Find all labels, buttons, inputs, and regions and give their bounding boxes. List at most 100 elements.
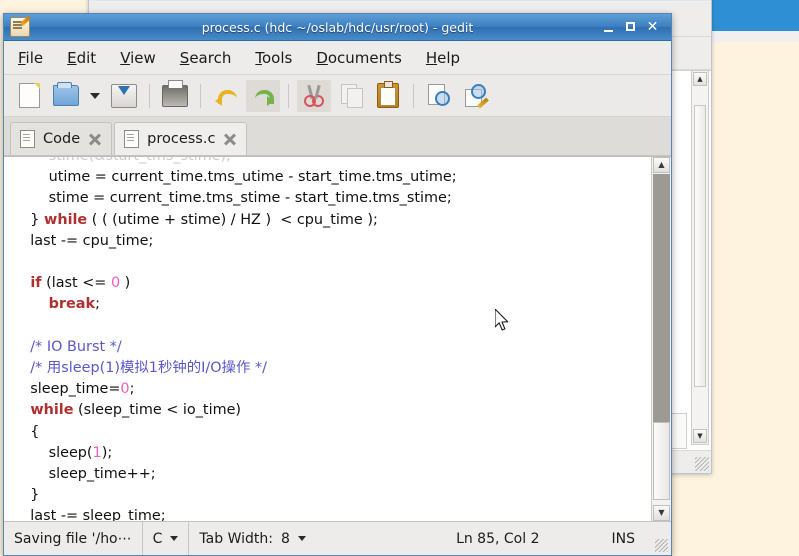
replace-button[interactable] — [459, 80, 493, 112]
code-line: stime = current_time.tms_stime - start_t… — [12, 188, 651, 209]
code-line: sleep_time=0; — [12, 379, 651, 400]
new-document-icon — [19, 83, 40, 108]
close-tab-icon[interactable] — [223, 132, 237, 146]
code-line: /* 用sleep(1)模拟1秒钟的I/O操作 */ — [12, 358, 651, 379]
menu-help[interactable]: Help — [426, 49, 460, 67]
code-line: stime(&start_tms_stime); — [12, 156, 651, 167]
code-line: last -= sleep_time; — [12, 506, 651, 521]
language-selector[interactable]: C — [143, 522, 189, 555]
tab-process-c[interactable]: process.c — [114, 122, 247, 155]
tab-code[interactable]: Code — [10, 122, 112, 155]
menu-file[interactable]: File — [18, 49, 43, 67]
search-icon — [428, 84, 450, 107]
magnifier-lens — [471, 84, 486, 99]
new-document-button[interactable] — [12, 80, 46, 112]
print-button[interactable] — [158, 80, 192, 112]
document-icon — [124, 130, 139, 148]
editor-vertical-scrollbar[interactable]: ▲ ▼ — [651, 157, 671, 521]
save-icon — [111, 84, 137, 108]
menu-edit[interactable]: Edit — [67, 49, 96, 67]
tab-label: Code — [43, 131, 80, 147]
tab-width-selector[interactable]: Tab Width: 8 — [189, 522, 315, 555]
paste-button[interactable] — [371, 80, 405, 112]
scroll-up-arrow-icon[interactable]: ▲ — [693, 72, 707, 86]
open-dropdown-button[interactable] — [86, 80, 104, 112]
print-icon — [162, 85, 188, 107]
editor-area[interactable]: stime(&start_tms_stime); utime = current… — [4, 156, 671, 521]
background-blue-window-titlebar — [710, 0, 799, 31]
menu-view[interactable]: View — [120, 49, 156, 67]
scroll-down-arrow-icon[interactable]: ▼ — [653, 505, 670, 521]
gedit-app-icon — [10, 17, 30, 37]
code-line: /* IO Burst */ — [12, 337, 651, 358]
copy-button[interactable] — [334, 80, 368, 112]
scrollbar-thumb[interactable] — [653, 422, 670, 500]
close-tab-icon[interactable] — [88, 132, 102, 146]
redo-icon — [252, 86, 274, 106]
copy-icon — [341, 84, 362, 107]
toolbar-separator — [149, 84, 150, 108]
language-value: C — [153, 531, 163, 547]
maximize-icon[interactable] — [624, 21, 637, 34]
code-line: if (last <= 0 ) — [12, 273, 651, 294]
replace-icon — [465, 84, 488, 107]
insert-mode-indicator: INS — [602, 522, 646, 555]
chevron-down-icon — [90, 93, 100, 99]
gedit-window[interactable]: process.c (hdc ~/oslab/hdc/usr/root) - g… — [3, 13, 672, 556]
open-button[interactable] — [49, 80, 83, 112]
gedit-titlebar[interactable]: process.c (hdc ~/oslab/hdc/usr/root) - g… — [4, 14, 671, 41]
menubar[interactable]: File Edit View Search Tools Documents He… — [4, 41, 671, 75]
background-window-scrollbar[interactable]: ▲ ▼ — [691, 70, 709, 445]
cut-button[interactable] — [297, 80, 331, 112]
scrollbar-trough[interactable] — [653, 174, 670, 422]
open-folder-icon — [53, 85, 79, 106]
desktop-screen: root - 文件管理器 ▲ ▼ process.c (hdc ~/oslab/… — [0, 0, 799, 556]
code-line: last -= cpu_time; — [12, 231, 651, 252]
minimize-icon[interactable] — [602, 21, 615, 34]
scrollbar-thumb[interactable] — [694, 105, 706, 387]
find-button[interactable] — [422, 80, 456, 112]
document-tab-bar[interactable]: Code process.c — [4, 117, 671, 156]
document-icon — [20, 130, 35, 148]
background-blue-window-body — [710, 31, 799, 42]
menu-documents[interactable]: Documents — [316, 49, 402, 67]
undo-button[interactable] — [209, 80, 243, 112]
resize-grip[interactable] — [655, 539, 668, 552]
code-line: sleep(1); — [12, 443, 651, 464]
scroll-down-arrow-icon[interactable]: ▼ — [693, 429, 707, 443]
tab-label: process.c — [147, 131, 215, 147]
code-line — [12, 316, 651, 337]
background-window-resize-grip[interactable] — [695, 457, 709, 471]
code-line: } — [12, 485, 651, 506]
window-control-buttons[interactable]: ✕ — [602, 21, 667, 34]
menu-search[interactable]: Search — [180, 49, 232, 67]
paste-icon — [377, 83, 399, 108]
redo-button[interactable] — [246, 80, 280, 112]
code-line: { — [12, 422, 651, 443]
menu-tools[interactable]: Tools — [255, 49, 292, 67]
code-line: utime = current_time.tms_utime - start_t… — [12, 167, 651, 188]
copy-page-front — [347, 88, 363, 108]
tab-width-value: 8 — [281, 531, 290, 547]
chevron-down-icon — [170, 536, 178, 541]
status-message: Saving file '/ho⋯ — [4, 522, 142, 555]
cursor-position: Ln 85, Col 2 — [446, 522, 549, 555]
scroll-up-arrow-icon[interactable]: ▲ — [653, 157, 670, 173]
magnifier-lens — [435, 91, 450, 106]
code-line: while (sleep_time < io_time) — [12, 400, 651, 421]
toolbar-separator — [200, 84, 201, 108]
source-code-text[interactable]: stime(&start_tms_stime); utime = current… — [4, 156, 651, 521]
cut-ring-right — [312, 95, 324, 107]
toolbar[interactable] — [4, 75, 671, 117]
code-line — [12, 252, 651, 273]
cut-icon — [304, 85, 324, 107]
undo-icon — [215, 86, 237, 106]
window-title: process.c (hdc ~/oslab/hdc/usr/root) - g… — [4, 20, 671, 35]
toolbar-separator — [288, 84, 289, 108]
code-line: } while ( ( (utime + stime) / HZ ) < cpu… — [12, 210, 651, 231]
toolbar-separator — [413, 84, 414, 108]
code-line: sleep_time++; — [12, 464, 651, 485]
background-window-title: root - 文件管理器 — [89, 0, 711, 1]
save-button[interactable] — [107, 80, 141, 112]
close-icon[interactable]: ✕ — [646, 21, 659, 34]
